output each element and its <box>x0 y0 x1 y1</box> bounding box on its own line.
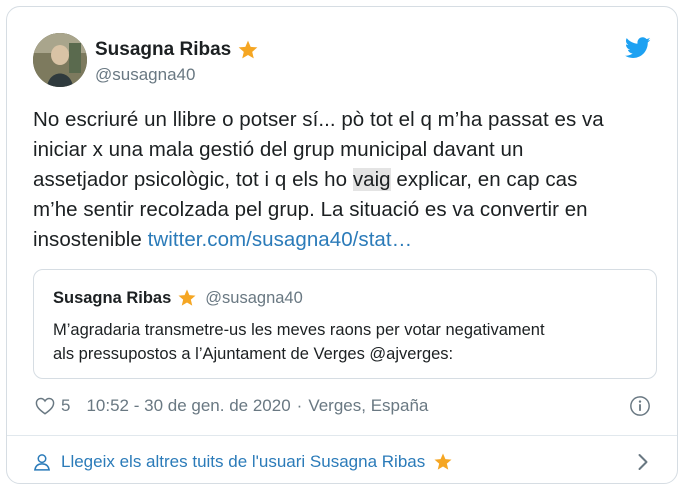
tweet-line: m’he sentir recolzada pel grup. La situa… <box>33 198 588 221</box>
author-names: Susagna Ribas @susagna40 <box>95 39 259 85</box>
highlighted-word: vaig <box>352 168 391 191</box>
heart-icon <box>35 397 55 415</box>
quoted-author-handle: @susagna40 <box>205 288 303 307</box>
chevron-right-icon[interactable] <box>637 453 649 471</box>
star-icon <box>178 289 196 306</box>
tweet-header: Susagna Ribas @susagna40 <box>33 33 651 89</box>
embedded-tweet-card: Susagna Ribas @susagna40 No escriuré un … <box>6 6 678 484</box>
person-icon <box>33 454 51 471</box>
more-tweets-link[interactable]: Llegeix els altres tuits de l'usuari Sus… <box>33 445 651 479</box>
quoted-tweet[interactable]: Susagna Ribas @susagna40 M’agradaria tra… <box>33 269 657 379</box>
like-count: 5 <box>61 396 71 415</box>
tweet-line: No escriuré un llibre o potser sí... pò … <box>33 108 604 131</box>
quoted-tweet-text: M’agradaria transmetre-us les meves raon… <box>53 318 643 366</box>
tweet-meta: 5 10:52 - 30 de gen. de 2020 · Verges, E… <box>35 393 651 419</box>
tweet-line: assetjador psicològic, tot i q els ho va… <box>33 165 653 195</box>
tweet-link[interactable]: twitter.com/susagna40/stat… <box>148 228 413 251</box>
divider <box>7 435 677 436</box>
tweet-text-segment: assetjador psicològic, tot i q els ho <box>33 168 353 191</box>
tweet-line: iniciar x una mala gestió del grup munic… <box>33 138 524 161</box>
twitter-bird-icon[interactable] <box>625 37 651 59</box>
quoted-text-line: M’agradaria transmetre-us les meves raon… <box>53 321 545 339</box>
star-icon <box>238 40 258 59</box>
author-handle[interactable]: @susagna40 <box>95 65 259 85</box>
more-tweets-label: Llegeix els altres tuits de l'usuari Sus… <box>61 452 426 471</box>
quoted-tweet-header: Susagna Ribas @susagna40 <box>53 288 303 308</box>
like-button[interactable]: 5 <box>35 396 70 416</box>
quoted-author-name: Susagna Ribas <box>53 288 172 307</box>
location[interactable]: Verges, España <box>308 396 428 416</box>
star-icon <box>434 453 452 470</box>
info-icon[interactable] <box>629 395 651 417</box>
tweet-line: insostenible twitter.com/susagna40/stat… <box>33 225 653 255</box>
avatar[interactable] <box>33 33 87 87</box>
meta-separator: · <box>296 396 303 415</box>
tweet-text-segment: explicar, en cap cas <box>390 168 578 191</box>
author-name[interactable]: Susagna Ribas <box>95 39 231 61</box>
tweet-text: No escriuré un llibre o potser sí... pò … <box>33 105 653 255</box>
timestamp[interactable]: 10:52 - 30 de gen. de 2020 <box>86 396 290 416</box>
tweet-text-segment: insostenible <box>33 228 148 251</box>
quoted-text-line: als pressupostos a l’Ajuntament de Verge… <box>53 345 454 363</box>
